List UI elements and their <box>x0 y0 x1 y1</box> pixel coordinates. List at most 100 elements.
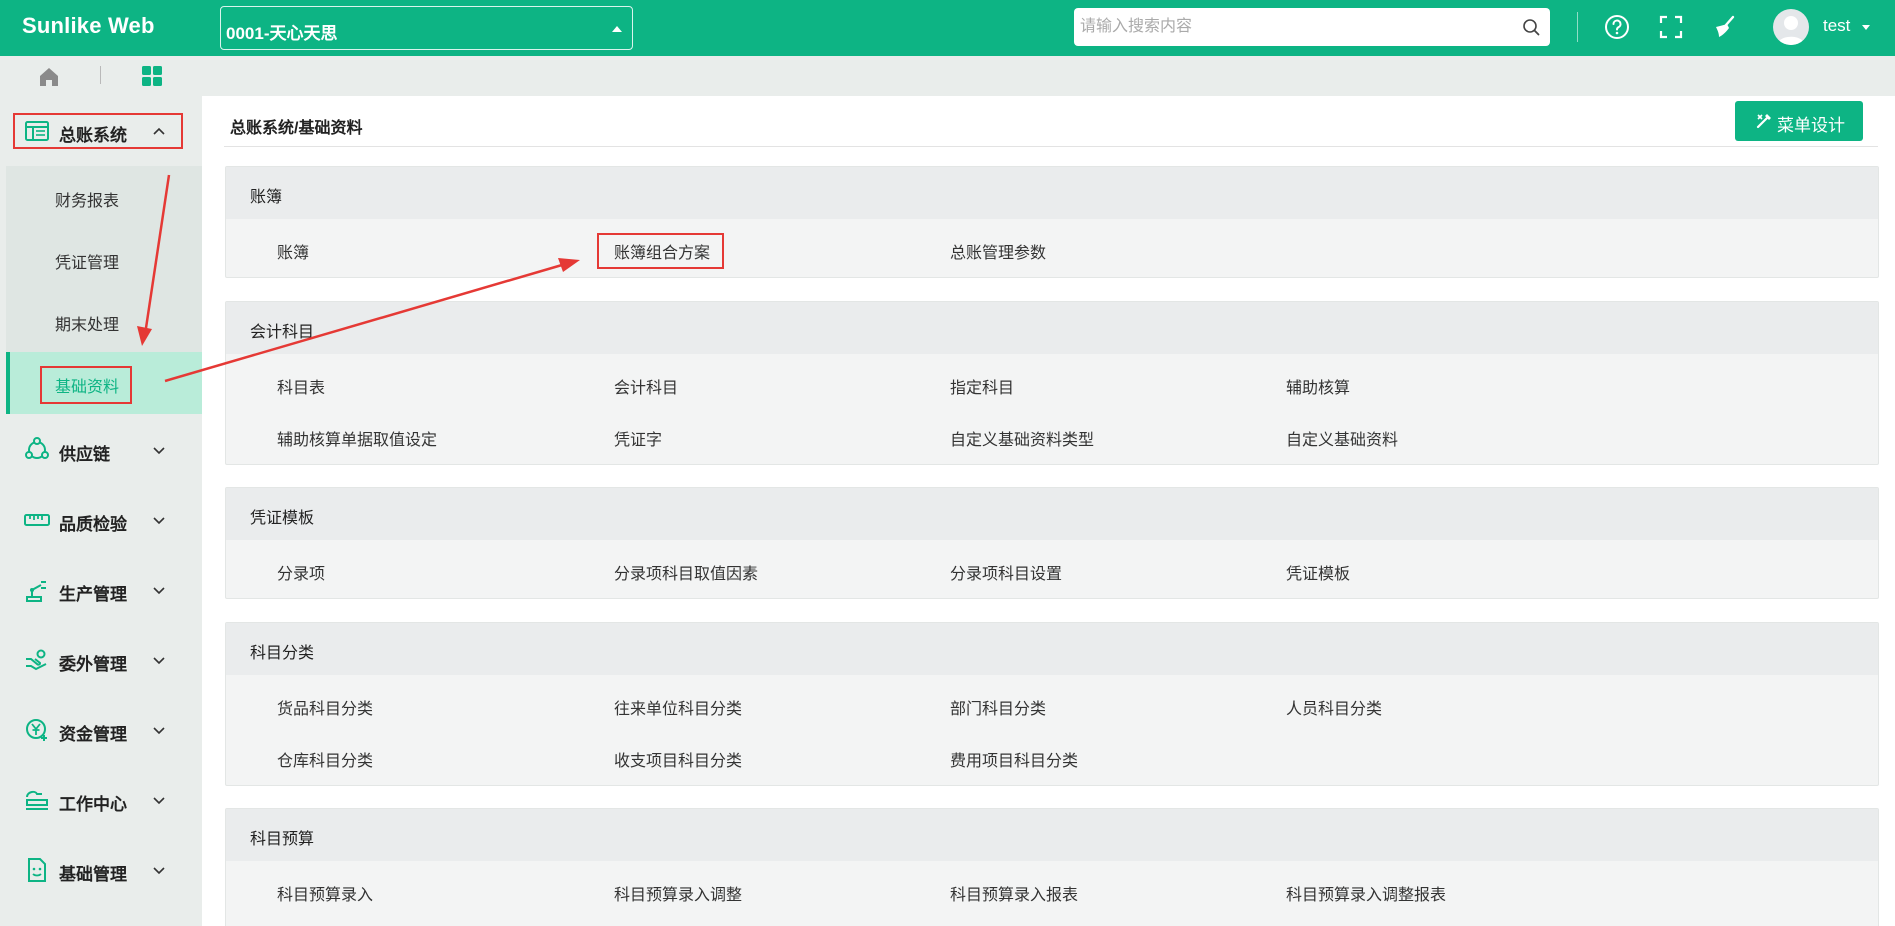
sidebar-group-label: 资金管理 <box>59 725 127 744</box>
sidebar-item-basic-data[interactable]: 基础资料 <box>6 352 202 414</box>
sidebar-item-financial-report[interactable]: 财务报表 <box>6 166 202 228</box>
panel-accounts: 会计科目 科目表 会计科目 指定科目 辅助核算 辅助核算单据取值设定 凭证字 自… <box>225 301 1879 465</box>
link-ledger-combination[interactable]: 账簿组合方案 <box>614 239 710 263</box>
broom-icon[interactable] <box>1711 13 1739 41</box>
link-budget-entry-report[interactable]: 科目预算录入报表 <box>950 881 1078 905</box>
link-goods-category[interactable]: 货品科目分类 <box>277 695 373 719</box>
link-custom-data-type[interactable]: 自定义基础资料类型 <box>950 426 1094 450</box>
sidebar-group-label: 工作中心 <box>59 795 127 814</box>
link-auxiliary-accounting[interactable]: 辅助核算 <box>1286 374 1350 398</box>
search-input[interactable] <box>1080 8 1500 46</box>
sidebar-group-label: 品质检验 <box>59 515 127 534</box>
link-budget-entry[interactable]: 科目预算录入 <box>277 881 373 905</box>
link-custom-data[interactable]: 自定义基础资料 <box>1286 426 1398 450</box>
quick-bar-divider <box>100 66 101 84</box>
yuan-coin-icon <box>26 719 47 741</box>
link-personnel-category[interactable]: 人员科目分类 <box>1286 695 1382 719</box>
menu-design-button[interactable]: 菜单设计 <box>1735 101 1863 141</box>
chevron-up-icon <box>153 127 165 135</box>
link-partner-category[interactable]: 往来单位科目分类 <box>614 695 742 719</box>
link-auxiliary-value-setting[interactable]: 辅助核算单据取值设定 <box>277 426 437 450</box>
caret-up-icon <box>612 26 622 32</box>
ledger-icon <box>25 121 49 141</box>
chevron-down-icon <box>153 797 165 805</box>
workbench-icon <box>26 790 48 810</box>
link-accounting-subject[interactable]: 会计科目 <box>614 374 678 398</box>
search-box <box>1074 8 1550 46</box>
panel-header <box>226 302 1878 354</box>
caret-down-icon[interactable] <box>1862 25 1870 30</box>
ruler-icon <box>24 514 50 526</box>
fullscreen-icon[interactable] <box>1657 13 1685 41</box>
design-tools-icon <box>1756 114 1771 129</box>
home-icon[interactable] <box>38 66 60 88</box>
panel-header <box>226 167 1878 219</box>
link-budget-adjust-report[interactable]: 科目预算录入调整报表 <box>1286 881 1446 905</box>
sidebar-group-label: 委外管理 <box>59 655 127 674</box>
sidebar-group-work-center[interactable]: 工作中心 <box>0 765 202 835</box>
link-ledger-params[interactable]: 总账管理参数 <box>950 239 1046 263</box>
sidebar-item-period-end[interactable]: 期末处理 <box>6 290 202 352</box>
link-entry-value-factor[interactable]: 分录项科目取值因素 <box>614 560 758 584</box>
sidebar-item-voucher-management[interactable]: 凭证管理 <box>6 228 202 290</box>
sidebar-group-ledger[interactable]: 总账系统 <box>0 96 202 166</box>
panel-title: 科目预算 <box>250 831 315 848</box>
link-warehouse-category[interactable]: 仓库科目分类 <box>277 747 373 771</box>
user-name[interactable]: test <box>1823 16 1850 36</box>
app-logo[interactable]: Sunlike Web <box>22 13 155 39</box>
top-bar: Sunlike Web 0001-天心天思 test <box>0 0 1895 56</box>
sidebar-group-outsourcing[interactable]: 委外管理 <box>0 625 202 695</box>
breadcrumb-divider <box>224 146 1878 147</box>
main-content: 总账系统/基础资料 菜单设计 账簿 账簿 账簿组合方案 总账管理参数 会计科目 … <box>202 96 1895 926</box>
sidebar-group-production[interactable]: 生产管理 <box>0 555 202 625</box>
sidebar-group-funds[interactable]: 资金管理 <box>0 695 202 765</box>
panel-header <box>226 623 1878 675</box>
link-department-category[interactable]: 部门科目分类 <box>950 695 1046 719</box>
chevron-down-icon <box>153 867 165 875</box>
supply-chain-icon <box>25 437 49 459</box>
sidebar-group-label: 基础管理 <box>59 865 127 884</box>
link-voucher-template[interactable]: 凭证模板 <box>1286 560 1350 584</box>
sidebar-group-basic-management[interactable]: 基础管理 <box>0 835 202 905</box>
link-voucher-word[interactable]: 凭证字 <box>614 426 662 450</box>
sidebar-item-label: 财务报表 <box>55 193 120 210</box>
user-icon <box>1777 16 1805 45</box>
link-entry-subject-setting[interactable]: 分录项科目设置 <box>950 560 1062 584</box>
link-designated-subject[interactable]: 指定科目 <box>950 374 1014 398</box>
sidebar: 总账系统 财务报表 凭证管理 期末处理 基础资料 供应链 品质检验 生产管理 委… <box>0 96 202 926</box>
toolbar-divider <box>1577 12 1578 42</box>
chevron-down-icon <box>153 517 165 525</box>
apps-grid-icon[interactable] <box>141 65 163 87</box>
help-icon[interactable] <box>1603 13 1631 41</box>
robot-arm-icon <box>26 581 46 602</box>
sidebar-group-supply-chain[interactable]: 供应链 <box>0 415 202 485</box>
panel-ledger: 账簿 账簿 账簿组合方案 总账管理参数 <box>225 166 1879 278</box>
panel-title: 科目分类 <box>250 645 315 662</box>
panel-title: 会计科目 <box>250 324 315 341</box>
link-budget-entry-adjust[interactable]: 科目预算录入调整 <box>614 881 742 905</box>
link-ledger[interactable]: 账簿 <box>277 239 309 263</box>
search-icon[interactable] <box>1522 18 1540 36</box>
document-icon <box>28 858 46 882</box>
chevron-down-icon <box>153 587 165 595</box>
avatar[interactable] <box>1773 9 1809 45</box>
sidebar-group-quality[interactable]: 品质检验 <box>0 485 202 555</box>
link-income-expense-category[interactable]: 收支项目科目分类 <box>614 747 742 771</box>
company-select-value: 0001-天心天思 <box>226 24 338 43</box>
company-select[interactable]: 0001-天心天思 <box>220 6 633 50</box>
sidebar-group-label: 供应链 <box>59 445 110 464</box>
chevron-down-icon <box>153 657 165 665</box>
sidebar-item-label: 期末处理 <box>55 317 120 334</box>
sidebar-item-label: 凭证管理 <box>55 255 120 272</box>
chevron-down-icon <box>153 727 165 735</box>
breadcrumb: 总账系统/基础资料 <box>230 120 363 137</box>
quick-bar <box>0 56 1895 96</box>
panel-title: 凭证模板 <box>250 510 315 527</box>
link-account-chart[interactable]: 科目表 <box>277 374 325 398</box>
panel-subject-category: 科目分类 货品科目分类 往来单位科目分类 部门科目分类 人员科目分类 仓库科目分… <box>225 622 1879 786</box>
link-entry-item[interactable]: 分录项 <box>277 560 325 584</box>
sidebar-item-label: 基础资料 <box>55 379 120 396</box>
link-expense-item-category[interactable]: 费用项目科目分类 <box>950 747 1078 771</box>
sidebar-group-label: 生产管理 <box>59 585 127 604</box>
handshake-icon <box>26 649 47 671</box>
